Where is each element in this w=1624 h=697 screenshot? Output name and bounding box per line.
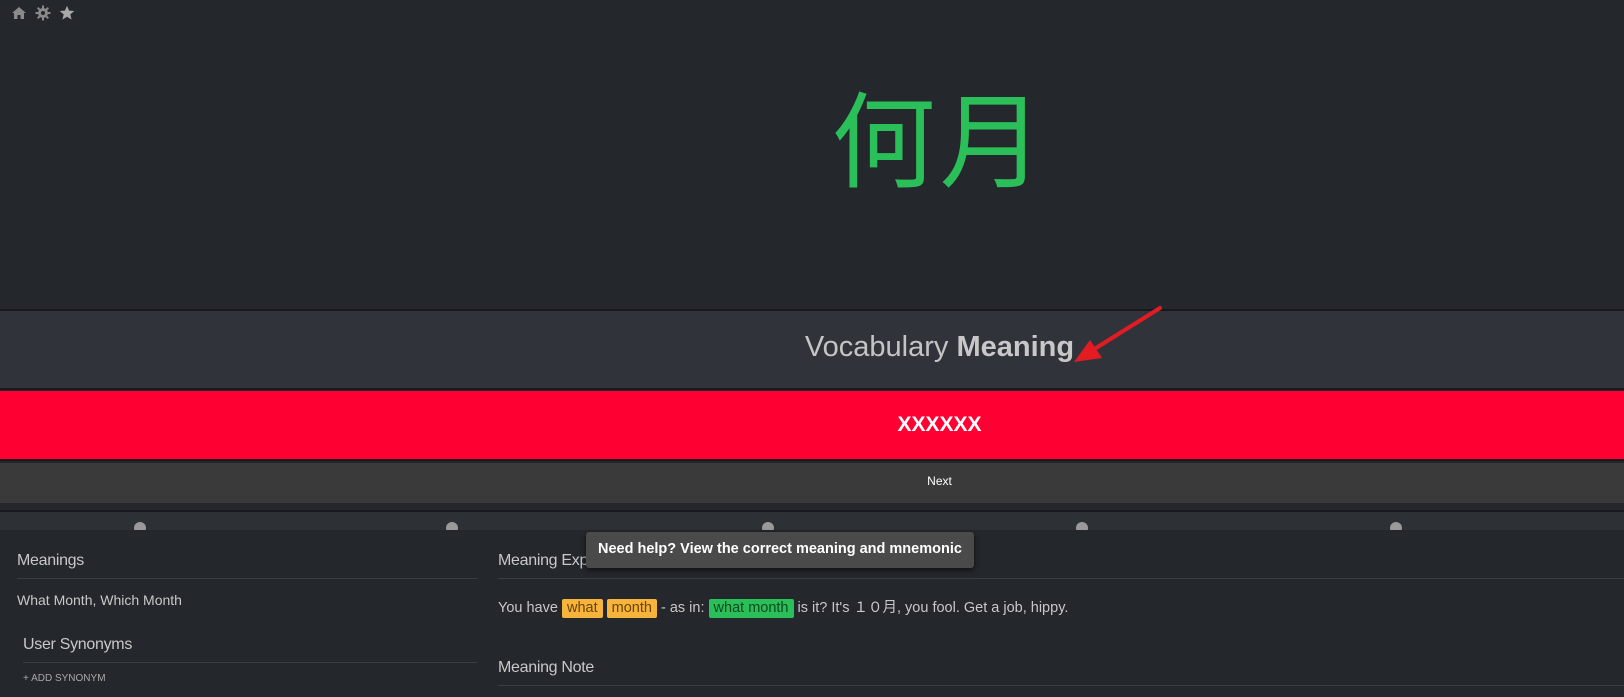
- check-icon: [446, 522, 458, 530]
- home-icon[interactable]: [10, 4, 28, 22]
- annotation-arrow-icon: [1074, 306, 1162, 362]
- help-tooltip: Need help? View the correct meaning and …: [586, 532, 974, 568]
- explanation-part: - as in:: [656, 600, 709, 616]
- character-area: 何月: [0, 0, 1624, 310]
- meaning-explanation-text: You have what month - as in: what month …: [498, 579, 1624, 619]
- item-info-button[interactable]: [132, 520, 148, 530]
- add-synonym-button[interactable]: + ADD SYNONYM: [23, 663, 477, 684]
- wrap-up-button[interactable]: [444, 520, 460, 530]
- user-synonyms-title: User Synonyms: [23, 636, 477, 663]
- meanings-text: What Month, Which Month: [17, 592, 182, 608]
- last-items-button[interactable]: [760, 520, 776, 530]
- gear-icon[interactable]: [34, 4, 52, 22]
- user-synonyms-section: User Synonyms + ADD SYNONYM: [23, 636, 477, 684]
- question-item-type: Vocabulary: [804, 331, 949, 363]
- explanation-part: You have: [498, 600, 562, 616]
- meaning-note-title: Meaning Note: [498, 637, 1624, 686]
- audio-icon: [1390, 522, 1402, 530]
- next-button[interactable]: Next: [0, 474, 1624, 488]
- refresh-icon: [1076, 522, 1088, 530]
- star-icon[interactable]: [58, 4, 76, 22]
- eye-icon: [762, 522, 774, 530]
- question-category: Meaning: [956, 331, 1075, 363]
- question-type-band: Vocabulary Meaning: [0, 309, 1624, 390]
- undo-button[interactable]: [1074, 520, 1090, 530]
- radical-highlight: what: [561, 599, 603, 618]
- answer-bar: [0, 391, 1624, 461]
- info-icon: [134, 522, 146, 530]
- question-type: Vocabulary Meaning: [0, 331, 1624, 364]
- meanings-column: Meanings What Month, Which Month User Sy…: [17, 530, 477, 684]
- additional-buttons-strip: [0, 510, 1624, 530]
- top-icon-bar: [10, 4, 76, 22]
- radical-highlight: month: [606, 599, 657, 618]
- review-page: 何月 Vocabulary Meaning XXXXXX Next Meanin…: [0, 0, 1624, 697]
- vocabulary-highlight: what month: [708, 599, 794, 618]
- vocabulary-character: 何月: [831, 82, 1048, 204]
- next-bar: Next: [0, 463, 1624, 503]
- meanings-title: Meanings: [17, 530, 477, 579]
- answer-input[interactable]: [0, 413, 1624, 437]
- explanation-part: is it? It's １０月, you fool. Get a job, hi…: [793, 600, 1069, 616]
- audio-button[interactable]: [1388, 520, 1404, 530]
